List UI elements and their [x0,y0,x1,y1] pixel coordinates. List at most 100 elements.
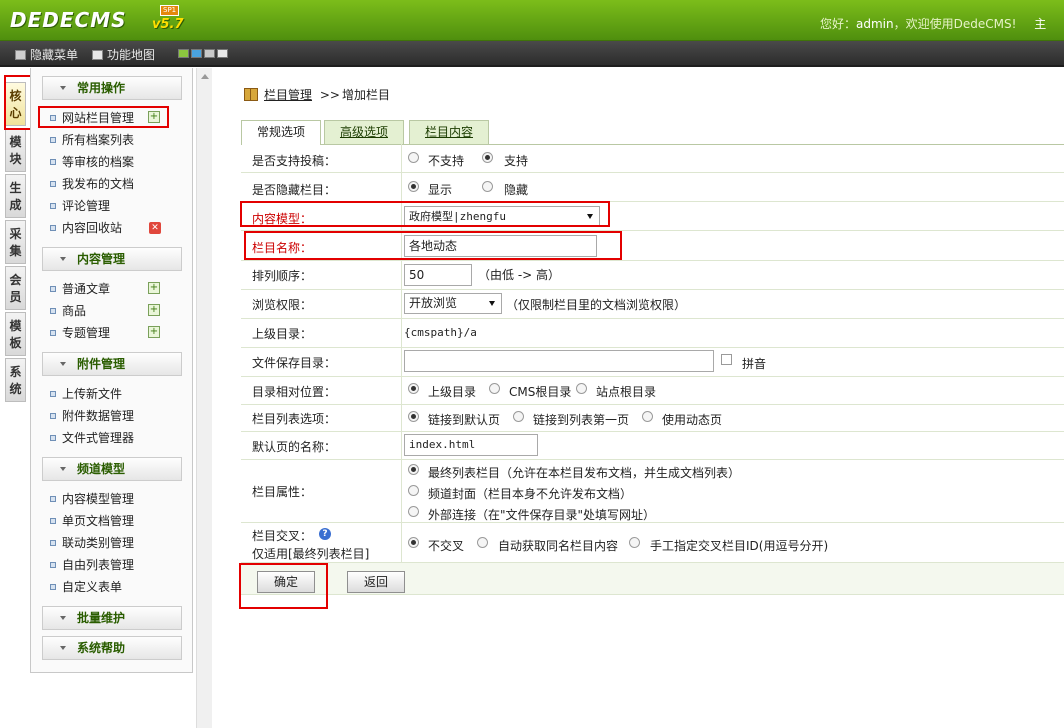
add-product-icon[interactable]: + [148,304,160,316]
menu-item-label: 内容模型管理 [62,492,135,506]
content-model-select[interactable]: 政府模型|zhengfu [404,206,600,227]
menu-item-content-models[interactable]: 内容模型管理 [48,490,134,508]
skin-swatch-green[interactable] [178,49,189,58]
welcome-suffix: ，欢迎使用DedeCMS! [893,17,1017,31]
row-parent-dir: 上级目录： [241,319,1064,348]
radio-show[interactable] [408,181,419,192]
menu-scrollbar[interactable] [196,68,212,728]
radio-auto-cross[interactable] [477,537,488,548]
submit-button[interactable]: 确定 [257,571,315,593]
section-content-management[interactable]: 内容管理 [42,247,182,271]
radio-manual-cross[interactable] [629,537,640,548]
tab-column-content[interactable]: 栏目内容 [409,120,489,144]
vtab-system-label: 系统 [9,365,22,396]
radio-cms-root[interactable] [489,383,500,394]
row-default-page: 默认页的名称： [241,432,1064,460]
menu-item-pending-archives[interactable]: 等审核的档案 [48,153,134,171]
section-title: 批量维护 [77,611,126,625]
add-topic-icon[interactable]: + [148,326,160,338]
vtab-module[interactable]: 模块 [5,128,26,172]
menu-item-label: 普通文章 [62,282,111,296]
radio-link-first-page[interactable] [513,411,524,422]
menu-item-custom-forms[interactable]: 自定义表单 [48,578,122,596]
vtab-template[interactable]: 模板 [5,312,26,356]
section-common-ops[interactable]: 常用操作 [42,76,182,100]
clear-recycle-icon[interactable]: ✕ [149,222,161,234]
radio-allow[interactable] [482,152,493,163]
pinyin-label: 拼音 [742,357,767,371]
section-system-help[interactable]: 系统帮助 [42,636,182,660]
skin-swatch-blue[interactable] [191,49,202,58]
bullet-icon [50,330,56,336]
menu-item-upload-file[interactable]: 上传新文件 [48,385,122,403]
radio-parent-directory[interactable] [408,383,419,394]
bullet-icon [50,115,56,121]
skin-swatch-light[interactable] [217,49,228,58]
menu-item-file-manager[interactable]: 文件式管理器 [48,429,134,447]
column-name-input[interactable]: 各地动态 [404,235,597,257]
scroll-up-arrow-icon[interactable] [201,74,209,79]
pinyin-checkbox[interactable] [721,354,732,365]
radio-hide[interactable] [482,181,493,192]
hide-menu-button[interactable]: 隐藏菜单 [15,46,78,63]
tab-general[interactable]: 常规选项 [241,120,321,145]
sp-badge: SP1 [160,5,180,16]
default-page-input[interactable]: index.html [404,434,538,456]
vtab-system[interactable]: 系统 [5,358,26,402]
menu-item-site-columns[interactable]: 网站栏目管理 [48,109,134,127]
function-map-button[interactable]: 功能地图 [92,46,155,63]
radio-no-cross[interactable] [408,537,419,548]
vtab-member[interactable]: 会员 [5,266,26,310]
radio-link-default[interactable] [408,411,419,422]
radio-site-root[interactable] [576,383,587,394]
username: admin [856,17,894,31]
home-link[interactable]: 主 [1034,17,1046,31]
order-hint: （由低 -> 高） [478,268,561,282]
radio-final-list[interactable] [408,464,419,475]
column-name-value: 各地动态 [409,239,458,253]
collapse-arrow-icon [60,86,66,90]
row-content-model: 内容模型： [241,202,1064,231]
breadcrumb: 栏目管理 >> 增加栏目 [244,86,390,103]
menu-item-linked-categories[interactable]: 联动类别管理 [48,534,134,552]
menu-item-products[interactable]: 商品 [48,302,86,320]
menu-item-my-documents[interactable]: 我发布的文档 [48,175,134,193]
menu-item-label: 自由列表管理 [62,558,135,572]
save-dir-input[interactable] [404,350,714,372]
order-input[interactable]: 50 [404,264,472,286]
vtab-collect-label: 采集 [9,227,22,258]
vtab-collect[interactable]: 采集 [5,220,26,264]
menu-item-articles[interactable]: 普通文章 [48,280,110,298]
menu-item-topics[interactable]: 专题管理 [48,324,110,342]
section-attachments[interactable]: 附件管理 [42,352,182,376]
radio-dynamic-page[interactable] [642,411,653,422]
radio-not-allow[interactable] [408,152,419,163]
vtab-generate-label: 生成 [9,181,22,212]
permission-select[interactable]: 开放浏览 [404,293,502,314]
menu-item-comments[interactable]: 评论管理 [48,197,110,215]
section-channel-models[interactable]: 频道模型 [42,457,182,481]
section-batch-maintenance[interactable]: 批量维护 [42,606,182,630]
help-icon[interactable]: ? [319,528,331,540]
menu-item-free-lists[interactable]: 自由列表管理 [48,556,134,574]
label-content-model: 内容模型： [252,212,313,226]
skin-swatch-gray[interactable] [204,49,215,58]
menu-item-single-pages[interactable]: 单页文档管理 [48,512,134,530]
add-column-icon[interactable]: + [148,111,160,123]
menu-item-attachment-data[interactable]: 附件数据管理 [48,407,134,425]
option-no-cross: 不交叉 [428,539,465,553]
menu-item-label: 内容回收站 [62,221,123,235]
menu-item-recycle-bin[interactable]: 内容回收站 [48,219,122,237]
section-title: 内容管理 [77,252,126,266]
vtab-generate[interactable]: 生成 [5,174,26,218]
menu-item-all-archives[interactable]: 所有档案列表 [48,131,134,149]
add-article-icon[interactable]: + [148,282,160,294]
tab-advanced[interactable]: 高级选项 [324,120,404,144]
radio-external-link[interactable] [408,506,419,517]
back-button[interactable]: 返回 [347,571,405,593]
vtab-core[interactable]: 核心 [5,82,26,126]
breadcrumb-link-columns[interactable]: 栏目管理 [264,88,312,102]
row-allow-submit: 是否支持投稿： [241,144,1064,173]
bullet-icon [50,413,56,419]
radio-channel-cover[interactable] [408,485,419,496]
